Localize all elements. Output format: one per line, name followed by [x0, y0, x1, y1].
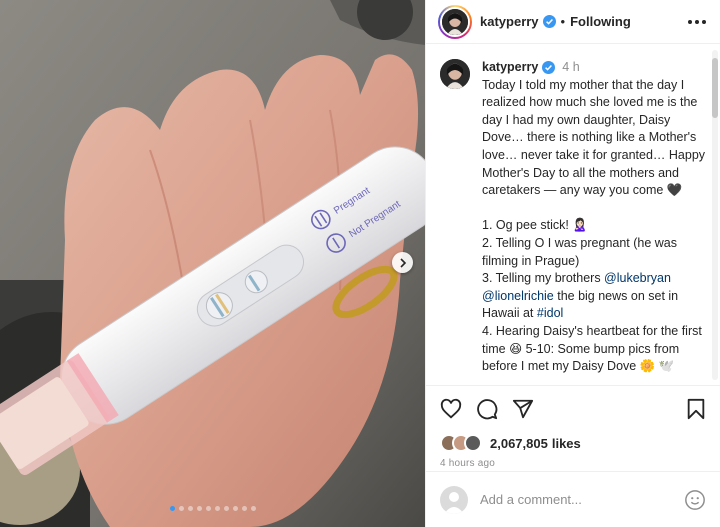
following-button[interactable]: Following: [570, 14, 631, 29]
header-separator: •: [560, 14, 566, 29]
current-user-avatar: [440, 485, 468, 514]
caption-area[interactable]: katyperry 4 h Today I told my mother tha…: [426, 45, 720, 385]
scrollbar-thumb[interactable]: [712, 58, 718, 118]
carousel-dot: [214, 506, 220, 511]
more-dot-icon: [702, 19, 706, 24]
caption-body: katyperry 4 h Today I told my mother tha…: [482, 59, 706, 376]
post-side-panel: katyperry • Following katyperry 4 h Toda…: [425, 0, 720, 527]
bookmark-icon: [687, 398, 705, 420]
likes-label[interactable]: likes: [552, 436, 581, 451]
post-actions: [426, 386, 720, 432]
more-dot-icon: [688, 19, 692, 24]
hashtag-idol[interactable]: #idol: [537, 306, 563, 320]
mention-lukebryan[interactable]: @lukebryan: [604, 271, 671, 285]
caption-avatar[interactable]: [440, 59, 470, 89]
like-button[interactable]: [440, 398, 462, 420]
mention-lionelrichie[interactable]: @lionelrichie: [482, 289, 554, 303]
carousel-dot: [241, 506, 247, 511]
comment-bar: [426, 471, 720, 527]
pregnancy-test-photo: Pregnant Not Pregnant: [0, 0, 425, 527]
liker-avatars[interactable]: [440, 434, 482, 452]
caption-intro: Today I told my mother that the day I re…: [482, 77, 709, 198]
caption-username[interactable]: katyperry: [482, 59, 538, 77]
chevron-right-icon: [399, 257, 406, 268]
verified-badge-icon: [542, 15, 556, 28]
caption-item-4: 4. Hearing Daisy's heartbeat for the fir…: [482, 323, 706, 374]
carousel-indicator: [0, 506, 425, 511]
emoji-button[interactable]: [684, 489, 706, 511]
post-timestamp[interactable]: 4 hours ago: [426, 454, 720, 469]
carousel-dot: [196, 506, 202, 511]
caption-item-1: 1. Og pee stick! 🙎🏻‍♀️: [482, 218, 588, 233]
post-photo[interactable]: Pregnant Not Pregnant: [0, 0, 425, 527]
carousel-dot: [250, 506, 256, 511]
carousel-dot: [187, 506, 193, 511]
avatar-image: [442, 8, 468, 35]
more-dot-icon: [695, 19, 699, 24]
likes-row: 2,067,805 likes: [426, 432, 720, 454]
heart-icon: [440, 398, 462, 419]
author-username[interactable]: katyperry: [480, 14, 539, 29]
caption-time[interactable]: 4 h: [562, 59, 579, 77]
author-avatar[interactable]: [438, 4, 472, 39]
carousel-dot: [178, 506, 184, 511]
carousel-dot: [169, 506, 175, 511]
more-options-button[interactable]: [686, 14, 708, 30]
comment-icon: [477, 399, 498, 420]
share-button[interactable]: [512, 398, 534, 420]
default-avatar-icon: [444, 491, 464, 514]
smiley-icon: [685, 489, 705, 510]
post-header: katyperry • Following: [426, 0, 720, 44]
carousel-dot: [205, 506, 211, 511]
carousel-dot: [232, 506, 238, 511]
save-button[interactable]: [686, 398, 706, 420]
caption-item-3-pre: 3. Telling my brothers: [482, 271, 605, 286]
caption-item-2: 2. Telling O I was pregnant (he was film…: [482, 235, 681, 268]
caption-scrollbar[interactable]: [712, 50, 718, 380]
comment-button[interactable]: [476, 398, 498, 420]
verified-badge-icon: [542, 61, 556, 75]
share-icon: [512, 399, 534, 419]
liker-avatar: [464, 434, 482, 452]
avatar-image: [440, 59, 470, 89]
carousel-dot: [223, 506, 229, 511]
comment-input[interactable]: [480, 492, 670, 507]
caption-item-3: 3. Telling my brothers @lukebryan @lione…: [482, 270, 706, 323]
next-slide-button[interactable]: [392, 252, 413, 273]
likes-count[interactable]: 2,067,805: [490, 436, 548, 451]
